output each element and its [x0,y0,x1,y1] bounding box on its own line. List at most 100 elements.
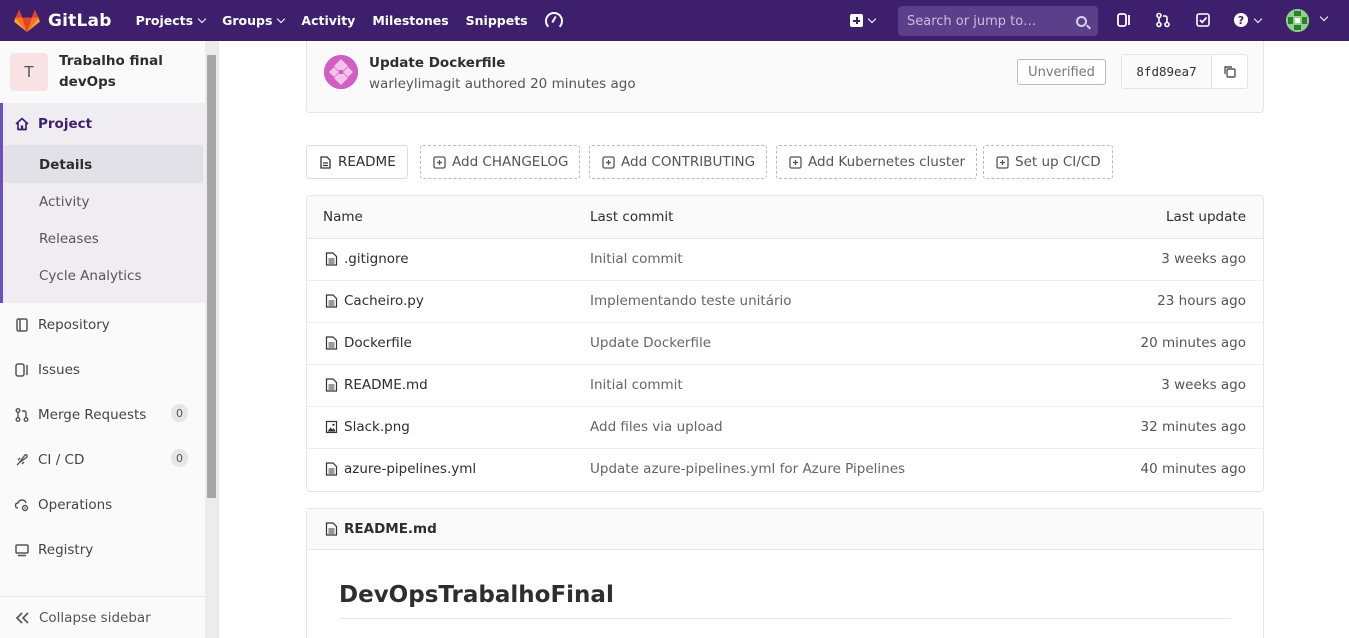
book-icon [16,318,28,332]
commit-message-link[interactable]: Update azure-pipelines.yml for Azure Pip… [590,461,905,477]
sidebar-item-registry[interactable]: Registry [14,542,93,558]
readme-header[interactable]: README.md [307,509,1263,550]
last-update-time: 23 hours ago [1157,293,1246,309]
doc-text-icon [320,155,331,169]
issues-icon[interactable] [1116,12,1132,28]
file-name-link[interactable]: Cacheiro.py [325,293,424,309]
rocket-icon [16,454,28,466]
plus-square-icon [433,155,446,169]
file-icon [325,462,338,476]
sidebar-item-issues[interactable]: Issues [14,362,80,378]
double-chevron-left-icon [15,611,29,624]
gitlab-logo-icon [14,9,40,32]
project-sidebar: T Trabalho final devOps Project Details … [0,41,219,638]
monitor-icon [15,544,29,557]
table-row[interactable]: Slack.png Add files via upload 32 minute… [307,407,1263,449]
table-row[interactable]: Cacheiro.py Implementando teste unitário… [307,281,1263,323]
sidebar-subitem-details[interactable]: Details [39,157,92,173]
commit-message-link[interactable]: Initial commit [590,377,683,393]
top-navbar: GitLab Projects Groups Activity Mileston… [0,0,1349,41]
sidebar-scrollbar-thumb[interactable] [207,55,216,498]
sidebar-subitem-releases[interactable]: Releases [39,231,99,247]
plus-square-icon [602,155,615,169]
file-tree-table: Name Last commit Last update .gitignore … [306,195,1264,492]
file-name-link[interactable]: Slack.png [325,419,410,435]
unverified-badge[interactable]: Unverified [1017,59,1106,85]
sidebar-item-repository[interactable]: Repository [14,317,110,333]
nav-groups[interactable]: Groups [222,13,286,28]
performance-gauge-icon[interactable] [544,11,563,30]
plus-square-icon [850,14,863,27]
file-icon [325,336,338,350]
copy-icon [1223,65,1236,78]
chevron-down-icon [197,14,207,24]
heading-divider [339,618,1231,619]
sidebar-item-operations[interactable]: Operations [14,497,112,513]
image-file-icon [325,420,338,434]
identicon-icon [1286,9,1309,32]
commit-title-link[interactable]: Update Dockerfile [369,55,505,71]
chevron-down-icon[interactable] [1319,12,1329,22]
chevron-down-icon [1253,14,1263,23]
column-header-last-update: Last update [1166,209,1246,225]
add-kubernetes-cluster-button[interactable]: Add Kubernetes cluster [776,145,978,179]
file-icon [325,378,338,392]
file-name-link[interactable]: azure-pipelines.yml [325,461,476,477]
collapse-sidebar-button[interactable]: Collapse sidebar [0,596,205,638]
active-item-highlight [3,145,203,183]
file-name-link[interactable]: Dockerfile [325,335,412,351]
plus-square-icon [996,155,1009,169]
sidebar-item-project[interactable]: Project [14,116,92,132]
table-row[interactable]: .gitignore Initial commit 3 weeks ago [307,239,1263,281]
table-row[interactable]: README.md Initial commit 3 weeks ago [307,365,1263,407]
add-contributing-button[interactable]: Add CONTRIBUTING [589,145,768,179]
gitlab-home-link[interactable]: GitLab [14,9,112,33]
table-header: Name Last commit Last update [307,196,1263,239]
commit-author-meta: warleylimagit authored 20 minutes ago [369,76,636,92]
table-row[interactable]: azure-pipelines.yml Update azure-pipelin… [307,449,1263,491]
project-header[interactable]: T Trabalho final devOps [10,53,179,93]
set-up-ci-cd-button[interactable]: Set up CI/CD [983,145,1113,179]
sidebar-subitem-activity[interactable]: Activity [39,194,90,210]
chevron-down-icon [867,14,877,24]
author-avatar[interactable] [324,55,358,89]
commit-message-link[interactable]: Update Dockerfile [590,335,711,351]
merge-request-icon[interactable] [1155,12,1171,28]
todo-check-icon[interactable] [1195,12,1211,28]
readme-panel: README.md DevOpsTrabalhoFinal [306,508,1264,638]
search-icon [1076,15,1087,27]
commit-sha-link[interactable]: 8fd89ea7 [1122,55,1212,88]
file-icon [325,252,338,266]
commit-message-link[interactable]: Implementando teste unitário [590,293,792,309]
sidebar-item-ci-cd[interactable]: CI / CD [14,452,84,468]
readme-button[interactable]: README [306,145,408,179]
merge-requests-count-badge: 0 [171,449,188,467]
readme-heading: DevOpsTrabalhoFinal [339,582,614,608]
new-dropdown[interactable] [850,0,877,41]
last-update-time: 32 minutes ago [1140,419,1246,435]
chevron-down-icon [277,14,286,24]
file-name-link[interactable]: .gitignore [325,251,409,267]
user-avatar[interactable] [1286,9,1309,32]
search-box[interactable] [898,6,1098,36]
file-name-link[interactable]: README.md [325,377,428,393]
file-icon [325,294,338,308]
nav-milestones[interactable]: Milestones [372,13,448,28]
nav-activity[interactable]: Activity [301,13,355,28]
table-row[interactable]: Dockerfile Update Dockerfile 20 minutes … [307,323,1263,365]
sidebar-item-merge-requests[interactable]: Merge Requests [14,407,146,423]
commit-message-link[interactable]: Initial commit [590,251,683,267]
help-dropdown[interactable]: ? [1233,12,1263,28]
copy-sha-button[interactable] [1212,55,1247,88]
sidebar-subitem-cycle-analytics[interactable]: Cycle Analytics [39,268,142,284]
column-header-name: Name [323,209,363,225]
issues-icon [15,363,28,377]
nav-projects[interactable]: Projects [136,13,207,28]
search-input[interactable] [907,13,1072,29]
column-header-last-commit: Last commit [590,209,674,225]
nav-snippets[interactable]: Snippets [466,13,528,28]
commit-message-link[interactable]: Add files via upload [590,419,723,435]
add-changelog-button[interactable]: Add CHANGELOG [420,145,581,179]
commit-sha-group: 8fd89ea7 [1121,54,1248,89]
project-name: Trabalho final devOps [59,53,163,90]
